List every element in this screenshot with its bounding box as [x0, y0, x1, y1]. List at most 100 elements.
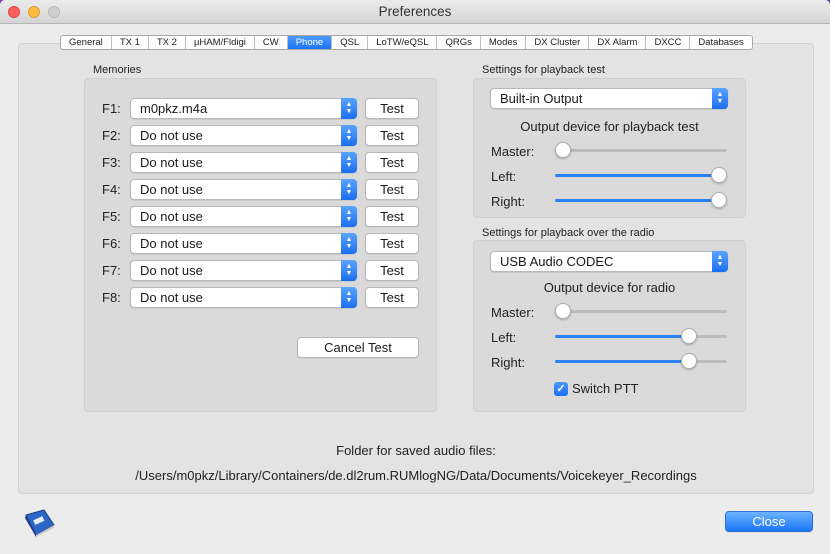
slider-knob[interactable]: [555, 303, 571, 319]
slider-knob[interactable]: [711, 192, 727, 208]
playback-radio-right-label: Right:: [491, 355, 525, 370]
memory-test-button[interactable]: Test: [365, 152, 419, 173]
chevron-updown-icon: ▲ ▼: [341, 125, 357, 146]
memory-key-label: F7:: [102, 263, 121, 278]
slider-knob[interactable]: [711, 167, 727, 183]
app-logo-icon: [25, 509, 55, 537]
memory-test-button[interactable]: Test: [365, 260, 419, 281]
tab-lotw-eqsl[interactable]: LoTW/eQSL: [368, 36, 438, 49]
tab-dx-cluster[interactable]: DX Cluster: [526, 36, 590, 49]
playback-radio-device-value: USB Audio CODEC: [500, 254, 614, 269]
tab-dx-alarm[interactable]: DX Alarm: [589, 36, 647, 49]
memory-key-label: F3:: [102, 155, 121, 170]
chevron-updown-icon: ▲ ▼: [341, 287, 357, 308]
tab-databases[interactable]: Databases: [690, 36, 751, 49]
memory-file-value: Do not use: [140, 263, 203, 278]
tab-qrgs[interactable]: QRGs: [437, 36, 481, 49]
slider-fill: [555, 335, 690, 338]
tab-tx-2[interactable]: TX 2: [149, 36, 186, 49]
slider-fill: [555, 360, 690, 363]
memory-file-value: Do not use: [140, 128, 203, 143]
playback-test-right-label: Right:: [491, 194, 525, 209]
tab-dxcc[interactable]: DXCC: [646, 36, 691, 49]
chevron-updown-icon: ▲ ▼: [341, 179, 357, 200]
switch-ptt-label: Switch PTT: [572, 381, 639, 396]
switch-ptt-checkbox[interactable]: ✓: [554, 382, 568, 396]
memory-file-value: Do not use: [140, 182, 203, 197]
memory-test-button[interactable]: Test: [365, 179, 419, 200]
playback-test-right-slider[interactable]: [555, 190, 727, 210]
playback-radio-device-caption: Output device for radio: [543, 280, 676, 295]
memories-group-label: Memories: [93, 64, 142, 76]
playback-test-master-label: Master:: [491, 144, 535, 159]
memory-test-button[interactable]: Test: [365, 287, 419, 308]
memory-file-value: Do not use: [140, 209, 203, 224]
memory-file-select[interactable]: Do not use ▲ ▼: [130, 233, 357, 254]
cancel-test-button[interactable]: Cancel Test: [297, 337, 419, 358]
memory-key-label: F5:: [102, 209, 121, 224]
playback-test-device-caption: Output device for playback test: [520, 119, 699, 134]
tab-qsl[interactable]: QSL: [332, 36, 369, 49]
memory-file-select[interactable]: Do not use ▲ ▼: [130, 287, 357, 308]
window-title: Preferences: [378, 4, 452, 19]
playback-test-device-select[interactable]: Built-in Output ▲ ▼: [490, 88, 728, 109]
memory-test-button[interactable]: Test: [365, 233, 419, 254]
playback-test-left-slider[interactable]: [555, 165, 727, 185]
folder-path: /Users/m0pkz/Library/Containers/de.dl2ru…: [135, 468, 697, 483]
memory-file-value: Do not use: [140, 155, 203, 170]
chevron-updown-icon: ▲ ▼: [341, 233, 357, 254]
memory-test-button[interactable]: Test: [365, 206, 419, 227]
playback-test-master-slider[interactable]: [555, 140, 727, 160]
memory-file-value: Do not use: [140, 290, 203, 305]
slider-knob[interactable]: [681, 328, 698, 344]
memory-key-label: F8:: [102, 290, 121, 305]
tab-ham-fldigi[interactable]: µHAM/Fldigi: [186, 36, 255, 49]
playback-test-left-label: Left:: [491, 169, 517, 184]
memory-key-label: F1:: [102, 101, 121, 116]
chevron-updown-icon: ▲ ▼: [341, 152, 357, 173]
memory-file-value: Do not use: [140, 236, 203, 251]
tab-modes[interactable]: Modes: [481, 36, 527, 49]
chevron-updown-icon: ▲ ▼: [712, 88, 728, 109]
playback-radio-right-slider[interactable]: [555, 351, 727, 371]
tab-phone[interactable]: Phone: [287, 36, 333, 49]
folder-label: Folder for saved audio files:: [336, 443, 496, 458]
slider-fill: [555, 199, 719, 202]
preferences-window: Preferences General TX 1 TX 2 µHAM/Fldigi CW…: [0, 0, 830, 554]
memory-file-select[interactable]: Do not use ▲ ▼: [130, 206, 357, 227]
memory-file-select[interactable]: Do not use ▲ ▼: [130, 260, 357, 281]
tab-tx-1[interactable]: TX 1: [112, 36, 149, 49]
tab-bar: General TX 1 TX 2 µHAM/Fldigi CW Phone QSL LoTW…: [60, 35, 753, 50]
chevron-updown-icon: ▲ ▼: [341, 206, 357, 227]
slider-knob[interactable]: [555, 142, 571, 158]
memory-test-button[interactable]: Test: [365, 125, 419, 146]
memory-test-button[interactable]: Test: [365, 98, 419, 119]
close-button[interactable]: Close: [725, 511, 813, 532]
playback-radio-group-label: Settings for playback over the radio: [482, 227, 655, 239]
slider-knob[interactable]: [681, 353, 698, 369]
playback-radio-device-select[interactable]: USB Audio CODEC ▲ ▼: [490, 251, 728, 272]
memory-file-select[interactable]: Do not use ▲ ▼: [130, 179, 357, 200]
slider-track: [555, 310, 727, 313]
memory-key-label: F4:: [102, 182, 121, 197]
memory-key-label: F6:: [102, 236, 121, 251]
playback-radio-left-label: Left:: [491, 330, 517, 345]
memory-file-select[interactable]: Do not use ▲ ▼: [130, 125, 357, 146]
playback-radio-left-slider[interactable]: [555, 326, 727, 346]
playback-radio-master-slider[interactable]: [555, 301, 727, 321]
chevron-updown-icon: ▲ ▼: [341, 98, 357, 119]
memory-file-value: m0pkz.m4a: [140, 101, 208, 116]
tab-cw[interactable]: CW: [255, 36, 288, 49]
playback-test-group-label: Settings for playback test: [482, 64, 605, 76]
playback-test-device-value: Built-in Output: [500, 91, 583, 106]
background-edge: [830, 0, 835, 554]
memory-file-select[interactable]: Do not use ▲ ▼: [130, 152, 357, 173]
tab-general[interactable]: General: [61, 36, 112, 49]
title-bar: Preferences: [0, 0, 830, 24]
playback-radio-master-label: Master:: [491, 305, 535, 320]
memory-file-select[interactable]: m0pkz.m4a ▲ ▼: [130, 98, 357, 119]
chevron-updown-icon: ▲ ▼: [712, 251, 728, 272]
chevron-updown-icon: ▲ ▼: [341, 260, 357, 281]
slider-track: [555, 149, 727, 152]
slider-fill: [555, 174, 719, 177]
